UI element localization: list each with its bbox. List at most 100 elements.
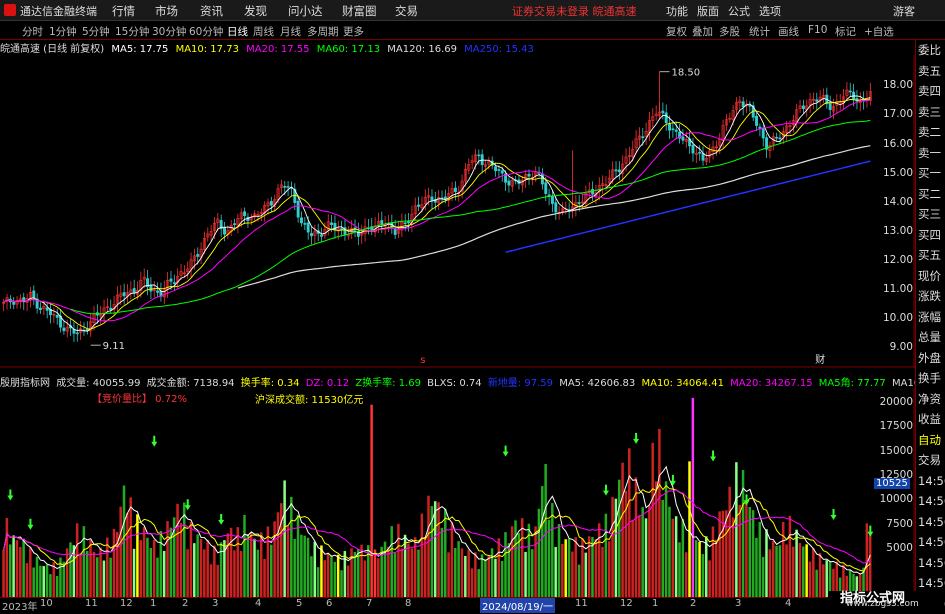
period-monthly[interactable]: 月线 xyxy=(280,24,301,39)
login-notice[interactable]: 证券交易未登录 皖通高速 xyxy=(512,3,637,19)
quote-row[interactable]: 委比 xyxy=(916,40,945,61)
quote-row[interactable]: 外盘 xyxy=(916,348,945,369)
menu-item-jiaoyi[interactable]: 交易 xyxy=(395,3,418,19)
menu-item-hangqing[interactable]: 行情 xyxy=(112,3,135,19)
volume-bar xyxy=(106,538,109,598)
menu-item-zixun[interactable]: 资讯 xyxy=(200,3,223,19)
user-label[interactable]: 游客 xyxy=(893,3,915,19)
period-60min[interactable]: 60分钟 xyxy=(189,24,223,39)
tool-duogu[interactable]: 多股 xyxy=(719,24,740,39)
volume-bar xyxy=(32,567,35,598)
tool-fuquan[interactable]: 复权 xyxy=(666,24,687,39)
volume-bar xyxy=(568,538,571,598)
menu-item-gongneng[interactable]: 功能 xyxy=(666,3,688,19)
volume-bar xyxy=(163,551,166,598)
volume-bar xyxy=(702,554,705,598)
sub-y-tick: 17500 xyxy=(880,420,913,432)
quote-row[interactable]: 卖四 xyxy=(916,81,945,102)
tool-biaoji[interactable]: 标记 xyxy=(835,24,856,39)
tool-huaxian[interactable]: 画线 xyxy=(778,24,799,39)
volume-bar xyxy=(93,552,96,598)
quote-row[interactable]: 14:56 xyxy=(916,491,945,512)
volume-bar xyxy=(434,501,437,598)
menu-item-faxian[interactable]: 发现 xyxy=(244,3,267,19)
quote-row[interactable]: 卖三 xyxy=(916,102,945,123)
quote-row[interactable]: 净资 xyxy=(916,389,945,410)
quote-row[interactable]: 交易 xyxy=(916,450,945,471)
period-5min[interactable]: 5分钟 xyxy=(82,24,110,39)
volume-bar xyxy=(257,550,260,598)
menu-item-xuanxiang[interactable]: 选项 xyxy=(759,3,781,19)
quote-row[interactable]: 现价 xyxy=(916,266,945,287)
quote-row[interactable]: 收益 xyxy=(916,409,945,430)
period-15min[interactable]: 15分钟 xyxy=(115,24,149,39)
period-fenshi[interactable]: 分时 xyxy=(22,24,43,39)
period-1min[interactable]: 1分钟 xyxy=(49,24,77,39)
volume-chart[interactable] xyxy=(0,388,915,598)
candle-body xyxy=(762,128,764,138)
candle-body xyxy=(849,91,851,92)
quote-row[interactable]: 换手 xyxy=(916,368,945,389)
tool-f10[interactable]: F10 xyxy=(808,24,827,36)
quote-row[interactable]: 14:56 xyxy=(916,553,945,574)
quote-row[interactable]: 14:56 xyxy=(916,471,945,492)
quote-row[interactable]: 买三 xyxy=(916,204,945,225)
quote-row[interactable]: 买四 xyxy=(916,225,945,246)
volume-bar xyxy=(317,567,320,598)
period-more[interactable]: 更多 xyxy=(343,24,364,39)
menu-item-banmian[interactable]: 版面 xyxy=(697,3,719,19)
volume-bar xyxy=(12,535,15,598)
menu-item-gongshi[interactable]: 公式 xyxy=(728,3,750,19)
stock-name: 皖通高速 (日线 前复权) xyxy=(0,44,104,55)
quote-row[interactable]: 卖一 xyxy=(916,143,945,164)
period-daily[interactable]: 日线 xyxy=(227,24,248,39)
volume-bar xyxy=(66,548,69,598)
tool-diejia[interactable]: 叠加 xyxy=(692,24,713,39)
quote-panel: 委比卖五卖四卖三卖二卖一买一买二买三买四买五现价涨跌涨幅总量外盘换手净资收益自动… xyxy=(915,40,945,609)
candle-body xyxy=(665,113,667,123)
menu-item-caifuquan[interactable]: 财富圈 xyxy=(342,3,377,19)
indicator-name[interactable]: 殷朋指标网 xyxy=(0,378,50,388)
quote-row[interactable]: 涨幅 xyxy=(916,307,945,328)
volume-bar xyxy=(223,540,226,598)
period-30min[interactable]: 30分钟 xyxy=(152,24,186,39)
quote-row[interactable]: 卖二 xyxy=(916,122,945,143)
volume-bar xyxy=(139,540,142,598)
candle-body xyxy=(170,279,172,281)
volume-bar xyxy=(769,549,772,598)
volume-bar xyxy=(146,538,149,598)
period-multi[interactable]: 多周期 xyxy=(307,24,339,39)
menu-item-shichang[interactable]: 市场 xyxy=(155,3,178,19)
volume-bar xyxy=(42,566,45,598)
quote-row[interactable]: 卖五 xyxy=(916,61,945,82)
tool-zixuan[interactable]: +自选 xyxy=(864,24,894,39)
quote-row[interactable]: 自动 xyxy=(916,430,945,451)
volume-bar xyxy=(558,524,561,598)
volume-bar xyxy=(153,540,156,598)
candle-body xyxy=(829,103,831,110)
quote-row[interactable]: 14:56 xyxy=(916,512,945,533)
quote-row[interactable]: 买二 xyxy=(916,184,945,205)
candle-body xyxy=(528,174,530,176)
candle-body xyxy=(223,228,225,235)
main-y-tick: 14.00 xyxy=(883,196,913,208)
quote-row[interactable]: 总量 xyxy=(916,327,945,348)
quote-row[interactable]: 涨跌 xyxy=(916,286,945,307)
volume-bar xyxy=(237,527,240,598)
tool-tongji[interactable]: 统计 xyxy=(749,24,770,39)
signal-arrow-icon xyxy=(151,436,157,447)
main-y-tick: 10.00 xyxy=(883,312,913,324)
quote-row[interactable]: 买五 xyxy=(916,245,945,266)
candle-body xyxy=(742,102,744,107)
volume-bar xyxy=(815,570,818,598)
candle-body xyxy=(320,235,322,237)
quote-row[interactable]: 14:56 xyxy=(916,532,945,553)
menu-item-wenxiaoda[interactable]: 问小达 xyxy=(288,3,323,19)
volume-bar xyxy=(715,540,718,598)
quote-row[interactable]: 买一 xyxy=(916,163,945,184)
period-weekly[interactable]: 周线 xyxy=(253,24,274,39)
volume-bar xyxy=(638,515,641,598)
candle-body xyxy=(156,291,158,293)
candlestick-chart[interactable]: 18.509.11s财 xyxy=(0,55,915,368)
market-amount-label: 沪深成交额: 11530亿元 xyxy=(255,391,363,406)
